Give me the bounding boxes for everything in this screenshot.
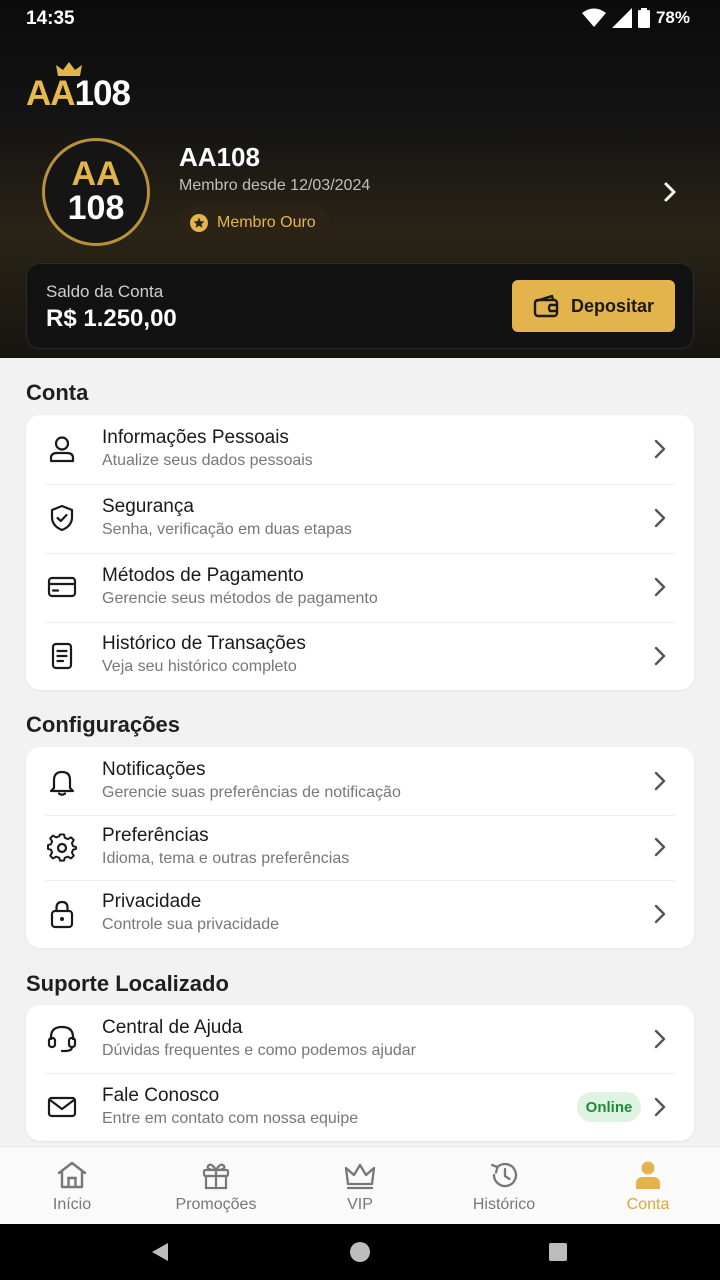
system-navigation-bar bbox=[0, 1224, 720, 1280]
status-icons: 78% bbox=[581, 8, 690, 28]
nav-label: Promoções bbox=[175, 1196, 257, 1213]
menu-item-title: Privacidade bbox=[102, 891, 202, 912]
avatar-line2: 108 bbox=[67, 189, 125, 227]
nav-label: Início bbox=[52, 1196, 92, 1213]
menu-item-contact-us[interactable]: Fale Conosco Entre em contato com nossa … bbox=[26, 1073, 694, 1141]
menu-item-subtitle: Veja seu histórico completo bbox=[102, 658, 297, 675]
wallet-icon bbox=[533, 294, 559, 318]
chevron-right-icon bbox=[654, 1097, 666, 1117]
menu-item-security[interactable]: Segurança Senha, verificação em duas eta… bbox=[26, 484, 694, 553]
menu-item-payment-methods[interactable]: Métodos de Pagamento Gerencie seus métod… bbox=[26, 553, 694, 622]
profile-chevron-right-icon[interactable] bbox=[660, 180, 680, 204]
chevron-right-icon bbox=[654, 904, 666, 924]
battery-level: 78% bbox=[655, 8, 690, 27]
member-since: Membro desde 12/03/2024 bbox=[179, 177, 371, 194]
section-title-configuracoes: Configurações bbox=[26, 712, 181, 737]
membership-label: Membro Ouro bbox=[217, 214, 316, 231]
membership-badge: Membro Ouro bbox=[179, 206, 330, 240]
nav-item-historico[interactable]: Histórico bbox=[432, 1147, 576, 1225]
menu-item-title: Segurança bbox=[102, 496, 194, 517]
headset-icon bbox=[46, 1023, 78, 1055]
home-button-icon[interactable] bbox=[349, 1241, 371, 1263]
star-badge-icon bbox=[190, 214, 208, 232]
card-suporte: Central de Ajuda Dúvidas frequentes e co… bbox=[26, 1005, 694, 1141]
menu-item-title: Informações Pessoais bbox=[102, 427, 289, 448]
balance-label: Saldo da Conta bbox=[46, 282, 164, 301]
account-icon bbox=[632, 1159, 664, 1191]
crown-icon bbox=[343, 1159, 377, 1191]
avatar-line1: AA bbox=[71, 155, 121, 193]
chevron-right-icon bbox=[654, 439, 666, 459]
bell-icon bbox=[46, 766, 78, 798]
menu-item-title: Notificações bbox=[102, 759, 206, 780]
section-title-suporte: Suporte Localizado bbox=[26, 971, 229, 996]
chevron-right-icon bbox=[654, 1029, 666, 1049]
chevron-right-icon bbox=[654, 771, 666, 791]
wifi-icon bbox=[581, 8, 606, 27]
shield-icon bbox=[46, 502, 78, 534]
menu-item-help-center[interactable]: Central de Ajuda Dúvidas frequentes e co… bbox=[26, 1005, 694, 1073]
avatar[interactable]: AA 108 bbox=[42, 138, 150, 246]
card-configuracoes: Notificações Gerencie suas preferências … bbox=[26, 747, 694, 948]
bottom-navigation: Início Promoções VIP Histórico Conta bbox=[0, 1146, 720, 1224]
menu-item-subtitle: Gerencie seus métodos de pagamento bbox=[102, 590, 378, 607]
menu-item-subtitle: Idioma, tema e outras preferências bbox=[102, 850, 350, 867]
balance-card: Saldo da Conta R$ 1.250,00 Depositar bbox=[26, 263, 694, 349]
menu-item-subtitle: Controle sua privacidade bbox=[102, 916, 279, 933]
menu-item-subtitle: Dúvidas frequentes e como podemos ajudar bbox=[102, 1042, 416, 1059]
profile-header: 14:35 78% AA108 AA 108 AA108 Membro desd… bbox=[0, 0, 720, 358]
back-icon[interactable] bbox=[150, 1242, 170, 1262]
menu-item-notifications[interactable]: Notificações Gerencie suas preferências … bbox=[26, 747, 694, 815]
gear-icon bbox=[46, 832, 78, 864]
home-icon bbox=[56, 1159, 88, 1191]
deposit-button[interactable]: Depositar bbox=[512, 280, 675, 332]
chevron-right-icon bbox=[654, 577, 666, 597]
menu-item-personal-info[interactable]: Informações Pessoais Atualize seus dados… bbox=[26, 415, 694, 484]
menu-item-subtitle: Atualize seus dados pessoais bbox=[102, 452, 313, 469]
status-bar: 14:35 78% bbox=[0, 0, 720, 38]
menu-item-subtitle: Senha, verificação em duas etapas bbox=[102, 521, 352, 538]
menu-item-transaction-history[interactable]: Histórico de Transações Veja seu históri… bbox=[26, 622, 694, 690]
section-title-conta: Conta bbox=[26, 380, 89, 405]
history-icon bbox=[488, 1159, 520, 1191]
menu-item-title: Central de Ajuda bbox=[102, 1017, 243, 1038]
menu-item-subtitle: Gerencie suas preferências de notificaçã… bbox=[102, 784, 401, 801]
user-icon bbox=[46, 433, 78, 465]
balance-value: R$ 1.250,00 bbox=[46, 305, 177, 332]
card-conta: Informações Pessoais Atualize seus dados… bbox=[26, 415, 694, 690]
online-status-badge: Online bbox=[577, 1092, 641, 1122]
document-icon bbox=[46, 640, 78, 672]
mail-icon bbox=[46, 1091, 78, 1123]
menu-item-title: Preferências bbox=[102, 825, 209, 846]
nav-label: Histórico bbox=[472, 1196, 536, 1213]
logo-aa: AA bbox=[26, 74, 76, 113]
menu-item-title: Histórico de Transações bbox=[102, 633, 306, 654]
menu-item-title: Métodos de Pagamento bbox=[102, 565, 304, 586]
nav-label: Conta bbox=[626, 1196, 670, 1213]
menu-item-subtitle: Entre em contato com nossa equipe bbox=[102, 1110, 359, 1127]
credit-card-icon bbox=[46, 571, 78, 603]
menu-item-preferences[interactable]: Preferências Idioma, tema e outras prefe… bbox=[26, 815, 694, 880]
gift-icon bbox=[200, 1159, 232, 1191]
nav-label: VIP bbox=[347, 1196, 373, 1213]
nav-item-inicio[interactable]: Início bbox=[0, 1147, 144, 1225]
signal-icon bbox=[611, 8, 632, 28]
menu-item-title: Fale Conosco bbox=[102, 1085, 220, 1106]
user-name: AA108 bbox=[179, 142, 260, 172]
status-time: 14:35 bbox=[26, 8, 75, 29]
chevron-right-icon bbox=[654, 646, 666, 666]
nav-item-promocoes[interactable]: Promoções bbox=[144, 1147, 288, 1225]
chevron-right-icon bbox=[654, 837, 666, 857]
nav-item-conta[interactable]: Conta bbox=[576, 1147, 720, 1225]
recents-icon[interactable] bbox=[548, 1242, 568, 1262]
chevron-right-icon bbox=[654, 508, 666, 528]
menu-item-privacy[interactable]: Privacidade Controle sua privacidade bbox=[26, 880, 694, 948]
battery-icon bbox=[637, 8, 650, 28]
deposit-label: Depositar bbox=[570, 295, 655, 316]
brand-logo: AA108 bbox=[26, 62, 136, 113]
account-content: Conta Informações Pessoais Atualize seus… bbox=[0, 358, 720, 1146]
nav-item-vip[interactable]: VIP bbox=[288, 1147, 432, 1225]
logo-number: 108 bbox=[74, 74, 131, 113]
lock-icon bbox=[46, 898, 78, 930]
